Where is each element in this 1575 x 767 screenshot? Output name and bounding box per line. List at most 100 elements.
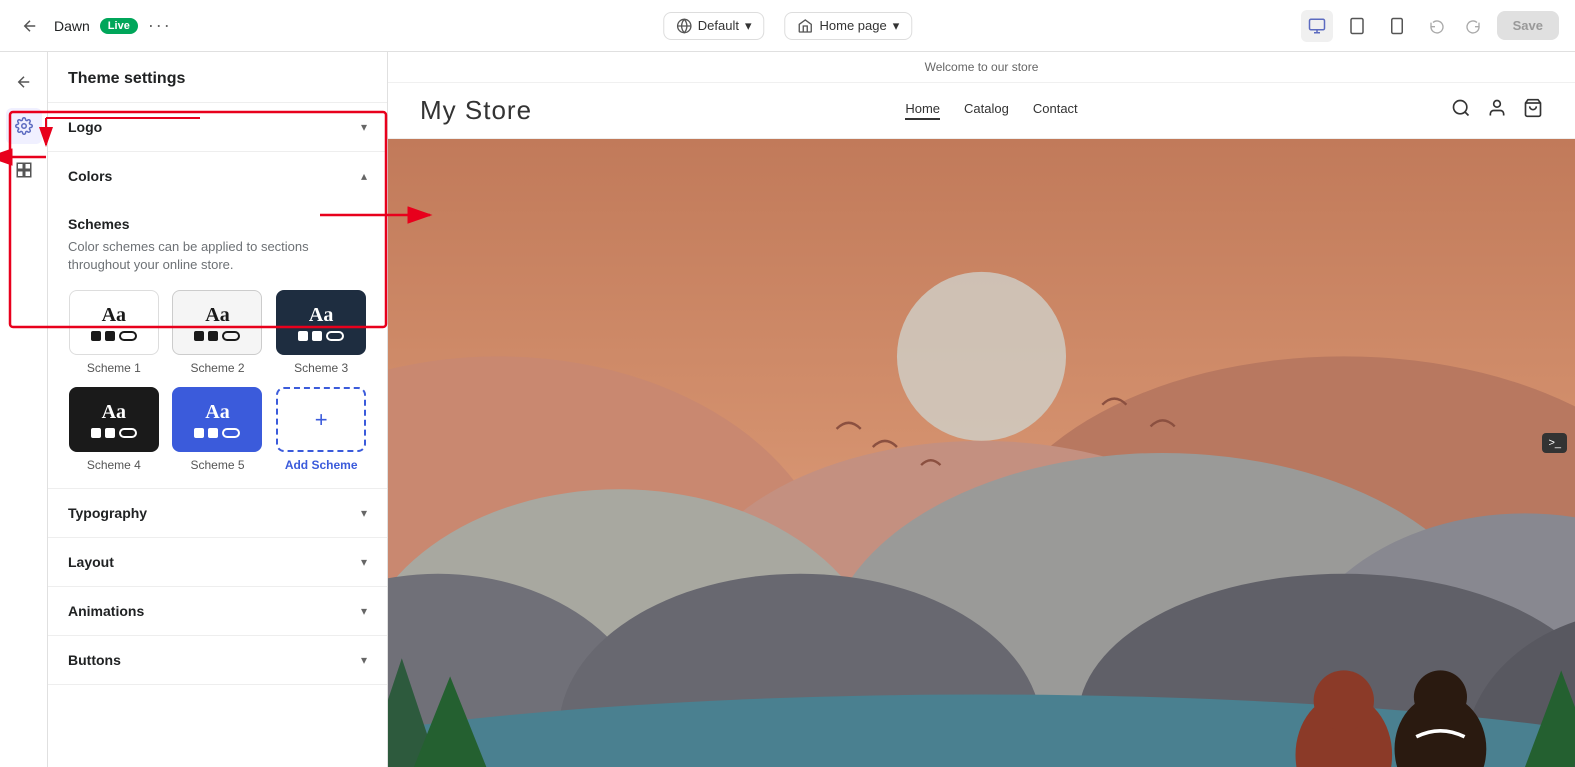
scheme5-aa: Aa	[205, 401, 229, 424]
tablet-icon	[1348, 17, 1366, 35]
topbar-right: Save	[1301, 10, 1559, 42]
nav-catalog[interactable]: Catalog	[964, 101, 1009, 120]
scheme4-label: Scheme 4	[87, 458, 141, 472]
nav-home[interactable]: Home	[905, 101, 940, 120]
buttons-accordion: Buttons ▾	[48, 636, 387, 685]
main-content: Theme settings Logo ▾ Colors ▴ Schemes C…	[0, 52, 1575, 767]
topbar-center: Default ▾ Home page ▾	[663, 12, 912, 40]
back-button[interactable]	[16, 12, 44, 40]
desktop-view-button[interactable]	[1301, 10, 1333, 42]
store-nav-icons	[1451, 98, 1543, 123]
homepage-chevron: ▾	[893, 18, 900, 34]
scheme1-card[interactable]: Aa Scheme 1	[68, 290, 160, 375]
schemes-title: Schemes	[68, 216, 367, 232]
left-panel: Theme settings Logo ▾ Colors ▴ Schemes C…	[48, 52, 388, 767]
scheme3-label: Scheme 3	[294, 361, 348, 375]
buttons-label: Buttons	[68, 652, 121, 668]
animations-accordion: Animations ▾	[48, 587, 387, 636]
terminal-button[interactable]: >_	[1542, 433, 1567, 453]
hero-image: >_	[388, 139, 1575, 767]
colors-label: Colors	[68, 168, 112, 184]
globe-icon	[676, 18, 692, 34]
search-icon[interactable]	[1451, 98, 1471, 123]
colors-chevron-icon: ▴	[361, 169, 367, 183]
cart-icon[interactable]	[1523, 98, 1543, 123]
save-button[interactable]: Save	[1497, 11, 1559, 40]
scheme4-card[interactable]: Aa Scheme 4	[68, 387, 160, 472]
undo-button[interactable]	[1421, 10, 1453, 42]
theme-settings-nav[interactable]	[6, 108, 42, 144]
colors-accordion-header[interactable]: Colors ▴	[48, 152, 387, 200]
scheme2-label: Scheme 2	[190, 361, 244, 375]
scheme5-dot1	[194, 428, 204, 438]
scheme1-box: Aa	[69, 290, 159, 355]
animations-accordion-header[interactable]: Animations ▾	[48, 587, 387, 635]
scheme4-aa: Aa	[102, 401, 126, 424]
sections-icon	[15, 161, 33, 179]
scheme5-oval	[222, 428, 240, 438]
scheme4-oval	[119, 428, 137, 438]
announcement-bar: Welcome to our store	[388, 52, 1575, 83]
scheme2-dot2	[208, 331, 218, 341]
store-nav-links: Home Catalog Contact	[905, 101, 1077, 120]
typography-accordion-header[interactable]: Typography ▾	[48, 489, 387, 537]
redo-button[interactable]	[1457, 10, 1489, 42]
layout-accordion-header[interactable]: Layout ▾	[48, 538, 387, 586]
scheme3-oval	[326, 331, 344, 341]
scheme3-dot2	[312, 331, 322, 341]
animations-label: Animations	[68, 603, 144, 619]
mobile-view-button[interactable]	[1381, 10, 1413, 42]
colors-section: Schemes Color schemes can be applied to …	[48, 200, 387, 488]
logo-accordion: Logo ▾	[48, 103, 387, 152]
scheme3-box: Aa	[276, 290, 366, 355]
homepage-selector[interactable]: Home page ▾	[784, 12, 912, 40]
back-arrow-icon	[15, 73, 33, 91]
scheme1-icons	[91, 331, 137, 341]
undo-redo-group	[1421, 10, 1489, 42]
buttons-accordion-header[interactable]: Buttons ▾	[48, 636, 387, 684]
layout-accordion: Layout ▾	[48, 538, 387, 587]
responsive-icon	[1308, 17, 1326, 35]
more-options-button[interactable]: ···	[148, 15, 172, 36]
nav-back-button[interactable]	[6, 64, 42, 100]
scheme3-aa: Aa	[309, 304, 333, 327]
homepage-label: Home page	[819, 18, 886, 33]
colors-accordion: Colors ▴ Schemes Color schemes can be ap…	[48, 152, 387, 489]
scheme2-oval	[222, 331, 240, 341]
scheme1-label: Scheme 1	[87, 361, 141, 375]
default-label: Default	[698, 18, 739, 33]
scheme2-box: Aa	[172, 290, 262, 355]
typography-chevron-icon: ▾	[361, 506, 367, 520]
logo-chevron-icon: ▾	[361, 120, 367, 134]
default-chevron: ▾	[745, 18, 752, 34]
gear-icon	[15, 117, 33, 135]
schemes-desc: Color schemes can be applied to sections…	[68, 238, 367, 274]
buttons-chevron-icon: ▾	[361, 653, 367, 667]
scheme5-label: Scheme 5	[190, 458, 244, 472]
add-scheme-label: Add Scheme	[285, 458, 358, 472]
preview-inner: Welcome to our store My Store Home Catal…	[388, 52, 1575, 767]
panel-header: Theme settings	[48, 52, 387, 103]
tablet-view-button[interactable]	[1341, 10, 1373, 42]
scheme5-box: Aa	[172, 387, 262, 452]
nav-contact[interactable]: Contact	[1033, 101, 1078, 120]
scheme4-icons	[91, 428, 137, 438]
default-selector[interactable]: Default ▾	[663, 12, 765, 40]
scheme5-card[interactable]: Aa Scheme 5	[172, 387, 264, 472]
sections-nav[interactable]	[6, 152, 42, 188]
account-icon[interactable]	[1487, 98, 1507, 123]
undo-icon	[1429, 18, 1445, 34]
scheme3-card[interactable]: Aa Scheme 3	[275, 290, 367, 375]
add-scheme-card[interactable]: + Add Scheme	[275, 387, 367, 472]
live-badge: Live	[100, 18, 138, 34]
scheme1-oval	[119, 331, 137, 341]
logo-accordion-header[interactable]: Logo ▾	[48, 103, 387, 151]
logo-label: Logo	[68, 119, 102, 135]
scheme2-aa: Aa	[205, 304, 229, 327]
home-icon	[797, 18, 813, 34]
panel-title: Theme settings	[68, 70, 185, 87]
topbar: Dawn Live ··· Default ▾ Home page ▾	[0, 0, 1575, 52]
scheme2-card[interactable]: Aa Scheme 2	[172, 290, 264, 375]
scheme1-dot2	[105, 331, 115, 341]
icon-bar	[0, 52, 48, 767]
